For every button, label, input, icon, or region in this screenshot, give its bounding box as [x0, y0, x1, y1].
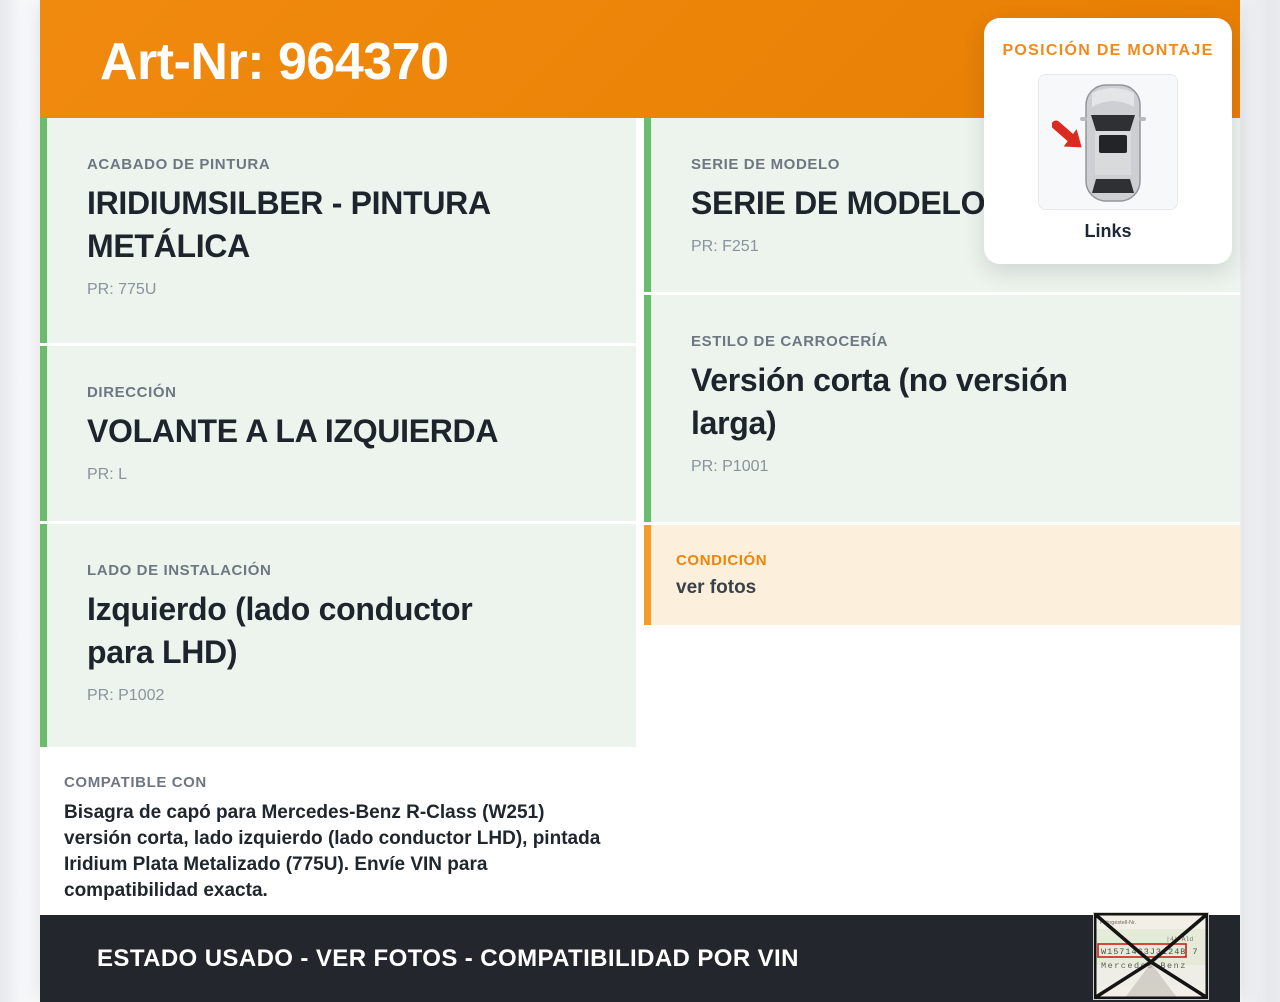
spec-pr-code: PR: 775U — [87, 281, 157, 298]
spec-value: Versión corta (no versión larga) — [691, 362, 1068, 441]
spec-card-paint-finish: ACABADO DE PINTURA IRIDIUMSILBER - PINTU… — [40, 118, 636, 343]
car-top-view-icon — [1052, 84, 1146, 202]
spec-label: LADO DE INSTALACIÓN — [87, 562, 272, 579]
spec-pr-code: PR: P1001 — [691, 458, 769, 475]
spec-value: ver fotos — [676, 577, 757, 598]
compatibility-text: Bisagra de capó para Mercedes-Benz R-Cla… — [64, 802, 601, 901]
spec-column-left: ACABADO DE PINTURA IRIDIUMSILBER - PINTU… — [40, 118, 636, 915]
position-arrow-icon — [1052, 120, 1082, 148]
vin-number: W1571463J3124B 7 — [1101, 947, 1199, 957]
spec-pr-code: PR: L — [87, 466, 128, 483]
spec-card-condition: CONDICIÓN ver fotos — [644, 525, 1240, 625]
spec-pr-code: PR: P1002 — [87, 687, 165, 704]
spec-label: ESTILO DE CARROCERÍA — [691, 333, 889, 350]
footer-bar: ESTADO USADO - VER FOTOS - COMPATIBILIDA… — [40, 915, 1240, 1002]
spec-card-steering: DIRECCIÓN VOLANTE A LA IZQUIERDA PR: L — [40, 346, 636, 521]
mounting-position-value: Links — [1084, 221, 1132, 241]
compatibility-section: COMPATIBLE CON Bisagra de capó para Merc… — [40, 750, 636, 904]
listing-page: Art-Nr: 964370 ACABADO DE PINTURA IRIDIU… — [40, 0, 1240, 1002]
footer-text: ESTADO USADO - VER FOTOS - COMPATIBILIDA… — [97, 944, 799, 972]
spec-card-installation-side: LADO DE INSTALACIÓN Izquierdo (lado cond… — [40, 524, 636, 747]
mounting-position-card: POSICIÓN DE MONTAJE Links — [984, 18, 1232, 264]
spec-value: IRIDIUMSILBER - PINTURA METÁLICA — [87, 185, 490, 264]
spec-value: VOLANTE A LA IZQUIERDA — [87, 413, 499, 449]
spec-value: Izquierdo (lado conductor para LHD) — [87, 591, 473, 670]
vin-document-envelope-image: Fahrgestell-Nr. |4| Ald W1571463J3124B 7… — [1093, 912, 1209, 1000]
spec-label: CONDICIÓN — [676, 552, 768, 569]
mounting-position-image-frame — [1038, 74, 1178, 210]
compatibility-label: COMPATIBLE CON — [64, 774, 207, 791]
mounting-position-title: POSICIÓN DE MONTAJE — [1002, 42, 1214, 59]
spec-label: DIRECCIÓN — [87, 384, 177, 401]
spec-card-body-style: ESTILO DE CARROCERÍA Versión corta (no v… — [644, 295, 1240, 522]
spec-label: ACABADO DE PINTURA — [87, 156, 271, 173]
vin-envelope-icon: Fahrgestell-Nr. |4| Ald W1571463J3124B 7… — [1094, 913, 1208, 999]
